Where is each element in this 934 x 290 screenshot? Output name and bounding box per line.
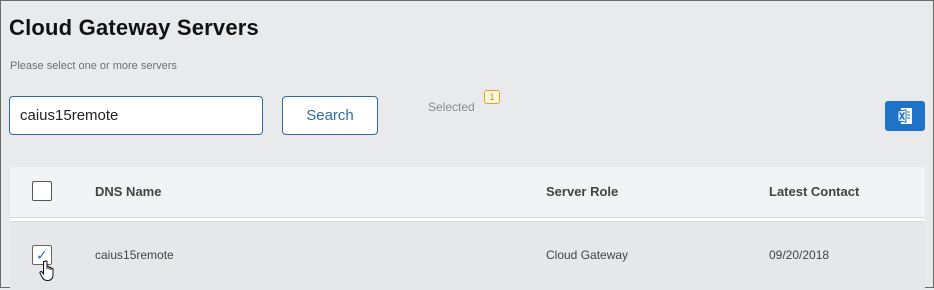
table-header: DNS Name Server Role Latest Contact [10, 167, 925, 218]
page-subtitle: Please select one or more servers [10, 60, 177, 72]
export-excel-button[interactable] [885, 101, 925, 131]
cell-latest-contact: 09/20/2018 [769, 248, 830, 262]
search-button[interactable]: Search [282, 96, 378, 135]
excel-icon [897, 108, 912, 124]
select-all-checkbox[interactable] [32, 181, 52, 201]
cell-server-role: Cloud Gateway [546, 248, 629, 262]
selected-count-badge: 1 [484, 90, 500, 104]
servers-table: DNS Name Server Role Latest Contact ✓ ca… [10, 167, 925, 290]
hand-cursor-icon [39, 260, 54, 281]
table-row[interactable]: ✓ caius15remote Cloud Gateway 09/20/2018 [10, 221, 925, 290]
cell-dns-name: caius15remote [95, 248, 174, 262]
search-input[interactable] [9, 96, 263, 135]
selected-label: Selected [428, 100, 475, 114]
column-header-server-role[interactable]: Server Role [546, 184, 618, 199]
column-header-dns-name[interactable]: DNS Name [95, 184, 161, 199]
page-title: Cloud Gateway Servers [9, 15, 259, 40]
column-header-latest-contact[interactable]: Latest Contact [769, 184, 859, 199]
